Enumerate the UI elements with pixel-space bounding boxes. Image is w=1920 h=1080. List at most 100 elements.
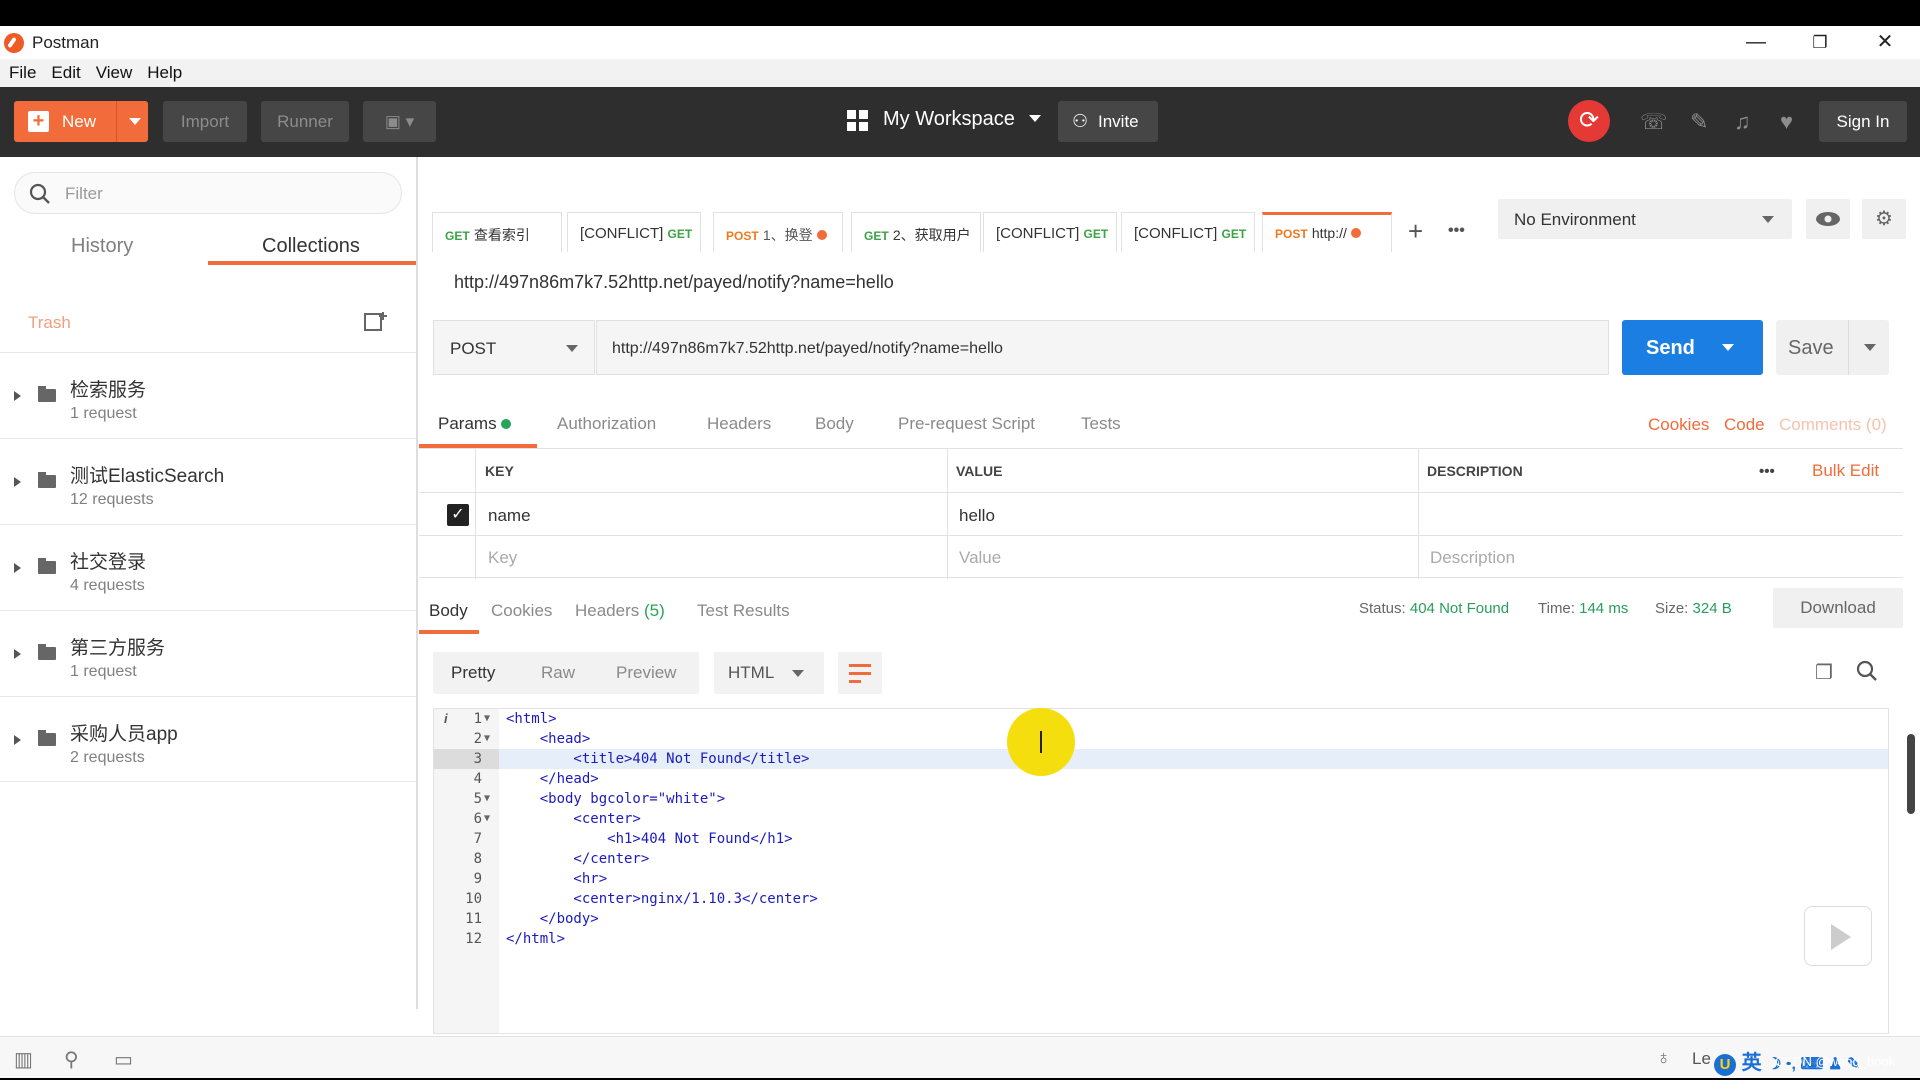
param-value[interactable]: hello: [959, 506, 995, 526]
maximize-button[interactable]: ❐: [1790, 26, 1850, 59]
download-button[interactable]: Download: [1773, 588, 1903, 628]
bulk-edit-link[interactable]: Bulk Edit: [1812, 461, 1879, 481]
sidebar-toggle-icon[interactable]: ▥: [14, 1047, 33, 1072]
view-pretty[interactable]: Pretty: [451, 663, 495, 683]
tab-collections[interactable]: Collections: [262, 235, 360, 258]
cookies-link[interactable]: Cookies: [1648, 415, 1709, 435]
code-link[interactable]: Code: [1724, 415, 1765, 435]
environment-quick-look-button[interactable]: [1806, 199, 1850, 239]
collection-item[interactable]: 检索服务 1 request: [0, 352, 416, 438]
new-value-input[interactable]: Value: [959, 548, 1001, 568]
sync-icon[interactable]: ⟳: [1568, 100, 1610, 142]
learn-link[interactable]: Le: [1692, 1049, 1711, 1069]
code-line: 1 ▼ <html>: [473, 711, 557, 727]
invite-label: Invite: [1098, 112, 1139, 131]
request-tab[interactable]: [CONFLICT] GET: [1121, 212, 1255, 252]
lightbulb-icon[interactable]: ♁: [1656, 1047, 1671, 1070]
request-tab[interactable]: GET 2、获取用户: [851, 212, 981, 252]
menu-edit[interactable]: Edit: [42, 59, 86, 83]
expand-arrow-icon[interactable]: [14, 477, 21, 487]
filter-input[interactable]: Filter: [14, 172, 402, 214]
send-button[interactable]: Send: [1622, 320, 1763, 375]
watermark: CSDN @wang_book: [1775, 1054, 1896, 1069]
expand-arrow-icon[interactable]: [14, 563, 21, 573]
chevron-down-icon[interactable]: [1722, 344, 1734, 351]
workspace-chevron-icon: [1029, 115, 1041, 122]
new-collection-icon[interactable]: [364, 311, 388, 333]
response-tab-test-results[interactable]: Test Results: [697, 601, 790, 621]
minimize-button[interactable]: —: [1726, 26, 1786, 59]
new-description-input[interactable]: Description: [1430, 548, 1515, 568]
tab-history[interactable]: History: [71, 235, 133, 258]
play-button-icon[interactable]: [1804, 906, 1872, 966]
trash-link[interactable]: Trash: [28, 313, 71, 333]
tab-body[interactable]: Body: [815, 414, 854, 434]
find-icon[interactable]: ⚲: [64, 1047, 79, 1072]
satellite-icon[interactable]: ☏: [1640, 109, 1668, 135]
new-key-input[interactable]: Key: [488, 548, 517, 568]
more-tabs-icon[interactable]: •••: [1448, 222, 1465, 240]
runner-button[interactable]: Runner: [261, 101, 349, 142]
view-raw[interactable]: Raw: [541, 663, 575, 683]
code-line: 2 ▼ <head>: [473, 731, 591, 747]
save-button[interactable]: Save: [1776, 320, 1889, 375]
workspace-label: My Workspace: [883, 108, 1015, 130]
response-tab-body[interactable]: Body: [429, 601, 468, 621]
url-input[interactable]: http://497n86m7k7.52http.net/payed/notif…: [596, 320, 1609, 375]
expand-arrow-icon[interactable]: [14, 735, 21, 745]
request-tab[interactable]: [CONFLICT] GET: [567, 212, 701, 252]
comments-link[interactable]: Comments (0): [1779, 415, 1887, 435]
invite-button[interactable]: ⚇ Invite: [1058, 101, 1158, 142]
menu-file[interactable]: File: [0, 59, 42, 83]
sign-in-button[interactable]: Sign In: [1819, 101, 1907, 142]
menu-help[interactable]: Help: [138, 59, 188, 83]
collection-item[interactable]: 第三方服务 1 request: [0, 610, 416, 696]
request-tab[interactable]: GET 查看索引: [432, 212, 562, 252]
copy-icon[interactable]: ❐: [1815, 660, 1833, 685]
tab-params[interactable]: Params: [438, 414, 512, 434]
tab-headers[interactable]: Headers: [707, 414, 771, 434]
wrap-lines-icon[interactable]: [838, 652, 882, 694]
chevron-down-icon[interactable]: [1864, 344, 1876, 351]
collection-item[interactable]: 采购人员app 2 requests: [0, 696, 416, 782]
settings-wrench-icon[interactable]: ✎: [1690, 109, 1708, 135]
tab-authorization[interactable]: Authorization: [557, 414, 656, 434]
tab-tests[interactable]: Tests: [1081, 414, 1121, 434]
request-tab[interactable]: [CONFLICT] GET: [983, 212, 1117, 252]
more-options-icon[interactable]: •••: [1759, 463, 1775, 480]
notification-bell-icon[interactable]: ♫: [1734, 109, 1751, 135]
method-select[interactable]: POST: [433, 320, 595, 375]
close-button[interactable]: ✕: [1855, 26, 1915, 59]
console-icon[interactable]: ▭: [114, 1047, 133, 1072]
new-window-button[interactable]: ▣ ▾: [363, 101, 436, 142]
tab-pre-request-script[interactable]: Pre-request Script: [898, 414, 1035, 434]
new-button[interactable]: + New: [14, 101, 148, 142]
response-tab-cookies[interactable]: Cookies: [491, 601, 552, 621]
chevron-down-icon[interactable]: [129, 118, 141, 125]
response-status: Status: 404 Not Found: [1359, 600, 1509, 617]
environment-select[interactable]: No Environment: [1498, 199, 1792, 239]
response-body-editor[interactable]: i 1 ▼ <html> 2 ▼ <head> 3 <title>404 Not Fo…: [433, 708, 1889, 1034]
search-response-icon[interactable]: [1856, 660, 1878, 682]
collection-count: 12 requests: [70, 491, 154, 508]
collection-item[interactable]: 测试ElasticSearch 12 requests: [0, 438, 416, 524]
tab-label: 2、获取用户: [892, 227, 971, 243]
collection-item[interactable]: 社交登录 4 requests: [0, 524, 416, 610]
request-title: http://497n86m7k7.52http.net/payed/notif…: [454, 272, 894, 292]
request-tab-active[interactable]: POST http://: [1262, 212, 1392, 252]
request-tab[interactable]: POST 1、换登: [713, 212, 843, 252]
response-tab-headers[interactable]: Headers (5): [575, 601, 665, 621]
param-enabled-checkbox[interactable]: ✓: [447, 504, 469, 526]
view-preview[interactable]: Preview: [616, 663, 676, 683]
menu-view[interactable]: View: [87, 59, 139, 83]
new-window-icon: ▣ ▾: [384, 112, 415, 131]
param-key[interactable]: name: [488, 506, 531, 526]
scrollbar-thumb[interactable]: [1907, 734, 1915, 814]
import-button[interactable]: Import: [163, 101, 247, 142]
heart-icon[interactable]: ♥: [1780, 109, 1793, 135]
gear-icon[interactable]: ⚙: [1862, 199, 1906, 239]
format-select[interactable]: HTML: [714, 652, 824, 694]
expand-arrow-icon[interactable]: [14, 649, 21, 659]
add-tab-icon[interactable]: +: [1408, 216, 1423, 247]
expand-arrow-icon[interactable]: [14, 391, 21, 401]
